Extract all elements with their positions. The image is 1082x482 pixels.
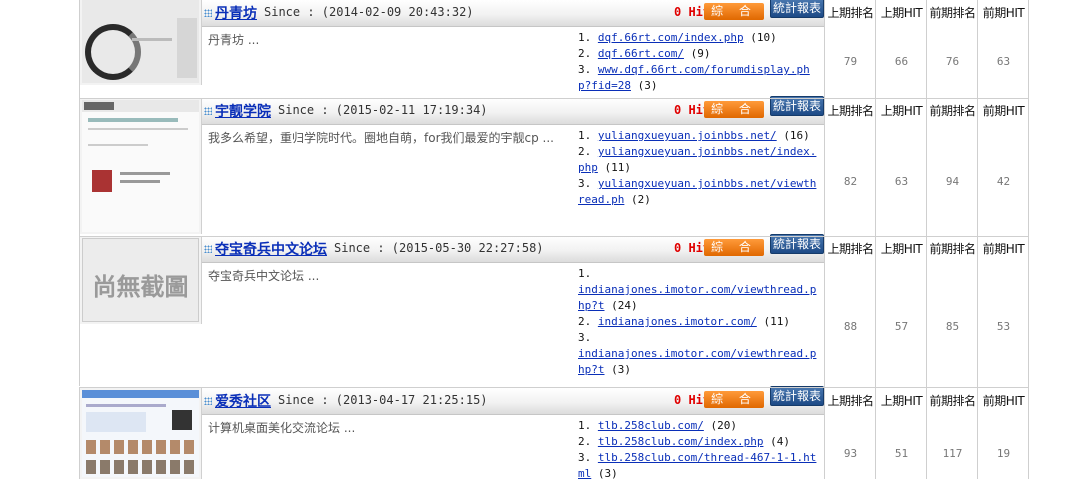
overview-button[interactable]: 綜 合 bbox=[704, 391, 764, 408]
site-description: 计算机桌面美化交流论坛 ... bbox=[208, 421, 356, 435]
list-item: 3. indianajones.imotor.com/viewthread.php… bbox=[578, 331, 817, 376]
stat-label: 前期HIT bbox=[982, 104, 1025, 118]
list-item: 2. tlb.258club.com/index.php (4) bbox=[578, 435, 790, 448]
list-item: 3. www.dqf.66rt.com/forumdisplay.php?fid… bbox=[578, 63, 810, 92]
referrer-list: 1. indianajones.imotor.com/viewthread.php… bbox=[578, 266, 822, 378]
stat-value: 93 bbox=[843, 447, 858, 460]
since-text: Since : (2013-04-17 21:25:15) bbox=[278, 393, 488, 407]
stat-label: 上期排名 bbox=[827, 394, 874, 408]
grid-icon bbox=[204, 397, 212, 405]
referrer-link[interactable]: indianajones.imotor.com/ bbox=[598, 315, 757, 328]
stat-label: 前期排名 bbox=[929, 242, 976, 256]
site-header-bar: 爱秀社区 Since : (2013-04-17 21:25:15) 0 Hit… bbox=[202, 386, 824, 415]
grid-icon bbox=[204, 9, 212, 17]
stats-header: 上期排名 上期HIT 前期排名 前期HIT bbox=[825, 0, 1030, 26]
referrer-link[interactable]: yuliangxueyuan.joinbbs.net/viewthread.ph bbox=[578, 177, 816, 206]
ink-circle-image bbox=[85, 24, 141, 80]
list-item: 1. tlb.258club.com/ (20) bbox=[578, 419, 737, 432]
site-header-bar: 宇靓学院 Since : (2015-02-11 17:19:34) 0 Hit… bbox=[202, 96, 824, 125]
stat-value: 53 bbox=[996, 320, 1011, 333]
referrer-list: 1. yuliangxueyuan.joinbbs.net/ (16) 2. y… bbox=[578, 128, 822, 208]
site-listing: 爱秀社区 Since : (2013-04-17 21:25:15) 0 Hit… bbox=[79, 386, 1030, 482]
since-text: Since : (2015-02-11 17:19:34) bbox=[278, 103, 488, 117]
stats-report-button[interactable]: 統計報表 bbox=[770, 0, 824, 18]
overview-button[interactable]: 綜 合 bbox=[704, 239, 764, 256]
stat-value: 57 bbox=[894, 320, 909, 333]
referrer-list: 1. tlb.258club.com/ (20) 2. tlb.258club.… bbox=[578, 418, 822, 482]
stat-value: 117 bbox=[942, 447, 963, 460]
referrer-link[interactable]: dqf.66rt.com/ bbox=[598, 47, 684, 60]
stat-value: 42 bbox=[996, 175, 1011, 188]
site-listing: 宇靓学院 Since : (2015-02-11 17:19:34) 0 Hit… bbox=[79, 96, 1030, 236]
list-item: 2. dqf.66rt.com/ (9) bbox=[578, 47, 711, 60]
referrer-link[interactable]: yuliangxueyuan.joinbbs.net/ bbox=[598, 129, 777, 142]
stat-value: 79 bbox=[843, 55, 858, 68]
stat-label: 上期排名 bbox=[827, 6, 874, 20]
site-thumbnail[interactable] bbox=[80, 0, 202, 85]
stat-value: 94 bbox=[945, 175, 960, 188]
site-title-link[interactable]: 爱秀社区 bbox=[215, 391, 271, 411]
site-description: 丹青坊 ... bbox=[208, 33, 260, 47]
site-title-link[interactable]: 丹青坊 bbox=[215, 3, 257, 23]
stat-value: 88 bbox=[843, 320, 858, 333]
stat-label: 上期排名 bbox=[827, 242, 874, 256]
list-item: 1. yuliangxueyuan.joinbbs.net/ (16) bbox=[578, 129, 810, 142]
list-item: 2. yuliangxueyuan.joinbbs.net/index.php … bbox=[578, 145, 817, 174]
stat-value: 66 bbox=[894, 55, 909, 68]
site-listing: 尚無截圖 夺宝奇兵中文论坛 Since : (2015-05-30 22:27:… bbox=[79, 234, 1030, 386]
list-item: 3. yuliangxueyuan.joinbbs.net/viewthread… bbox=[578, 177, 817, 206]
site-thumbnail[interactable] bbox=[80, 388, 202, 479]
site-description: 我多么希望，重归学院时代。圈地自萌，for我们最爱的宇靓cp ... bbox=[208, 131, 554, 145]
stats-report-button[interactable]: 統計報表 bbox=[770, 234, 824, 254]
referrer-list: 1. dqf.66rt.com/index.php (10) 2. dqf.66… bbox=[578, 30, 822, 94]
stat-label: 前期HIT bbox=[982, 394, 1025, 408]
stat-label: 上期HIT bbox=[880, 6, 923, 20]
stats-header: 上期排名 上期HIT 前期排名 前期HIT bbox=[825, 388, 1030, 414]
list-item: 1. indianajones.imotor.com/viewthread.php… bbox=[578, 267, 817, 312]
stat-label: 前期排名 bbox=[929, 394, 976, 408]
overview-button[interactable]: 綜 合 bbox=[704, 3, 764, 20]
grid-icon bbox=[204, 107, 212, 115]
stat-value: 85 bbox=[945, 320, 960, 333]
site-thumbnail[interactable]: 尚無截圖 bbox=[80, 236, 202, 324]
grid-icon bbox=[204, 245, 212, 253]
stat-label: 前期排名 bbox=[929, 6, 976, 20]
stat-value: 76 bbox=[945, 55, 960, 68]
site-thumbnail[interactable] bbox=[80, 98, 202, 234]
referrer-link[interactable]: tlb.258club.com/ bbox=[598, 419, 704, 432]
stat-value: 19 bbox=[996, 447, 1011, 460]
stat-label: 前期HIT bbox=[982, 6, 1025, 20]
stat-label: 前期HIT bbox=[982, 242, 1025, 256]
stat-label: 上期HIT bbox=[880, 394, 923, 408]
stat-label: 前期排名 bbox=[929, 104, 976, 118]
list-item: 3. tlb.258club.com/thread-467-1-1.html (… bbox=[578, 451, 817, 480]
site-header-bar: 夺宝奇兵中文论坛 Since : (2015-05-30 22:27:58) 0… bbox=[202, 234, 824, 263]
since-text: Since : (2015-05-30 22:27:58) bbox=[334, 241, 544, 255]
list-item: 1. dqf.66rt.com/index.php (10) bbox=[578, 31, 777, 44]
stat-value: 63 bbox=[894, 175, 909, 188]
stats-header: 上期排名 上期HIT 前期排名 前期HIT bbox=[825, 236, 1030, 262]
list-item: 2. indianajones.imotor.com/ (11) bbox=[578, 315, 790, 328]
overview-button[interactable]: 綜 合 bbox=[704, 101, 764, 118]
stats-header: 上期排名 上期HIT 前期排名 前期HIT bbox=[825, 98, 1030, 124]
stat-label: 上期HIT bbox=[880, 104, 923, 118]
stat-value: 82 bbox=[843, 175, 858, 188]
referrer-link[interactable]: www.dqf.66rt.com/forumdisplay.php?fid=28 bbox=[578, 63, 810, 92]
site-title-link[interactable]: 宇靓学院 bbox=[215, 101, 271, 121]
stat-label: 上期排名 bbox=[827, 104, 874, 118]
referrer-link[interactable]: tlb.258club.com/index.php bbox=[598, 435, 764, 448]
referrer-link[interactable]: dqf.66rt.com/index.php bbox=[598, 31, 744, 44]
stat-value: 63 bbox=[996, 55, 1011, 68]
site-listing: 丹青坊 Since : (2014-02-09 20:43:32) 0 Hit … bbox=[79, 0, 1030, 98]
since-text: Since : (2014-02-09 20:43:32) bbox=[264, 5, 474, 19]
site-header-bar: 丹青坊 Since : (2014-02-09 20:43:32) 0 Hit … bbox=[202, 0, 824, 27]
stat-value: 51 bbox=[894, 447, 909, 460]
stats-report-button[interactable]: 統計報表 bbox=[770, 96, 824, 116]
no-screenshot-text: 尚無截圖 bbox=[92, 273, 189, 301]
stats-report-button[interactable]: 統計報表 bbox=[770, 386, 824, 406]
stat-label: 上期HIT bbox=[880, 242, 923, 256]
site-description: 夺宝奇兵中文论坛 ... bbox=[208, 269, 320, 283]
site-title-link[interactable]: 夺宝奇兵中文论坛 bbox=[215, 239, 327, 259]
